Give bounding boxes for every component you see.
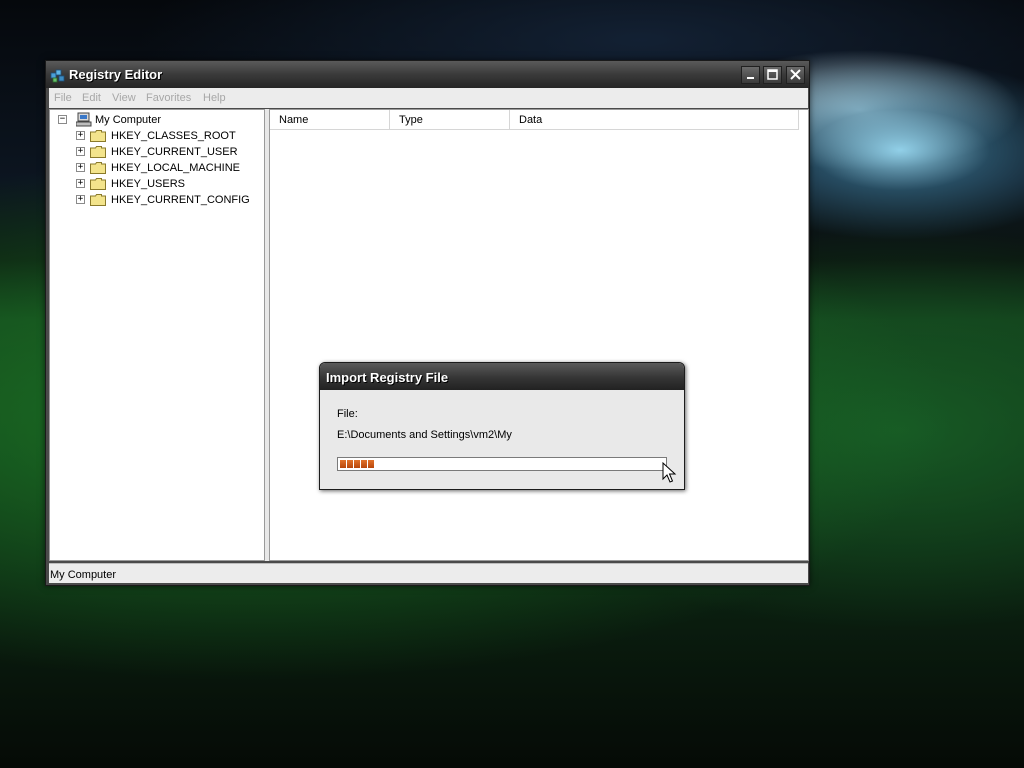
tree-item-hkey-current-config[interactable]: + HKEY_CURRENT_CONFIG: [74, 192, 254, 208]
values-list-pane[interactable]: Name Type Data: [269, 109, 809, 561]
tree-item-my-computer[interactable]: − My Computer: [56, 112, 256, 128]
menu-favorites[interactable]: Favorites: [146, 92, 191, 104]
folder-icon: [90, 146, 106, 158]
tree-label: HKEY_LOCAL_MACHINE: [111, 162, 240, 174]
progress-fill: [340, 460, 374, 468]
registry-editor-window[interactable]: Registry Editor File Edit View Favorites…: [45, 60, 810, 586]
folder-icon: [90, 194, 106, 206]
tree-item-hkey-current-user[interactable]: + HKEY_CURRENT_USER: [74, 144, 254, 160]
tree-label: HKEY_CURRENT_USER: [111, 146, 238, 158]
progress-block: [354, 460, 360, 468]
menu-help[interactable]: Help: [203, 92, 226, 104]
progress-block: [368, 460, 374, 468]
registry-editor-icon: [50, 69, 65, 83]
collapse-icon[interactable]: −: [58, 115, 67, 124]
file-path: E:\Documents and Settings\vm2\My: [337, 429, 512, 441]
title-bar[interactable]: Registry Editor: [46, 61, 809, 88]
maximize-icon: [767, 69, 778, 80]
folder-icon: [90, 162, 106, 174]
progress-block: [347, 460, 353, 468]
expand-icon[interactable]: +: [76, 131, 85, 140]
tree-item-hkey-users[interactable]: + HKEY_USERS: [74, 176, 254, 192]
column-header-data[interactable]: Data: [510, 110, 799, 130]
minimize-icon: [747, 77, 754, 79]
close-button[interactable]: [786, 66, 805, 84]
mouse-cursor-icon: [662, 462, 677, 483]
dialog-title: Import Registry File: [326, 370, 449, 385]
menu-edit[interactable]: Edit: [82, 92, 101, 104]
expand-icon[interactable]: +: [76, 147, 85, 156]
status-text: My Computer: [50, 569, 117, 581]
folder-icon: [90, 130, 106, 142]
expand-icon[interactable]: +: [76, 179, 85, 188]
import-progress-bar: [337, 457, 667, 471]
menu-file[interactable]: File: [54, 92, 72, 104]
progress-block: [361, 460, 367, 468]
column-header-type[interactable]: Type: [390, 110, 510, 130]
tree-item-hkey-classes-root[interactable]: + HKEY_CLASSES_ROOT: [74, 128, 254, 144]
minimize-button[interactable]: [741, 66, 760, 84]
progress-block: [340, 460, 346, 468]
menu-bar: File Edit View Favorites Help: [49, 88, 808, 108]
maximize-button[interactable]: [763, 66, 782, 84]
menu-view[interactable]: View: [112, 92, 136, 104]
import-registry-dialog[interactable]: Import Registry File File: E:\Documents …: [319, 362, 685, 490]
dialog-title-bar[interactable]: Import Registry File: [320, 363, 684, 390]
expand-icon[interactable]: +: [76, 195, 85, 204]
registry-tree-pane[interactable]: − My Computer + HKEY_CLASSES_ROOT + HKEY…: [49, 109, 265, 561]
status-bar: My Computer: [49, 563, 808, 583]
file-label: File:: [337, 408, 358, 420]
close-icon: [790, 69, 801, 80]
tree-label: HKEY_CURRENT_CONFIG: [111, 194, 250, 206]
column-header-name[interactable]: Name: [270, 110, 390, 130]
folder-icon: [90, 178, 106, 190]
tree-label: HKEY_USERS: [111, 178, 185, 190]
tree-label-my-computer: My Computer: [95, 114, 162, 126]
window-title: Registry Editor: [69, 67, 163, 82]
tree-label: HKEY_CLASSES_ROOT: [111, 130, 236, 142]
tree-item-hkey-local-machine[interactable]: + HKEY_LOCAL_MACHINE: [74, 160, 254, 176]
computer-icon: [76, 112, 92, 127]
expand-icon[interactable]: +: [76, 163, 85, 172]
